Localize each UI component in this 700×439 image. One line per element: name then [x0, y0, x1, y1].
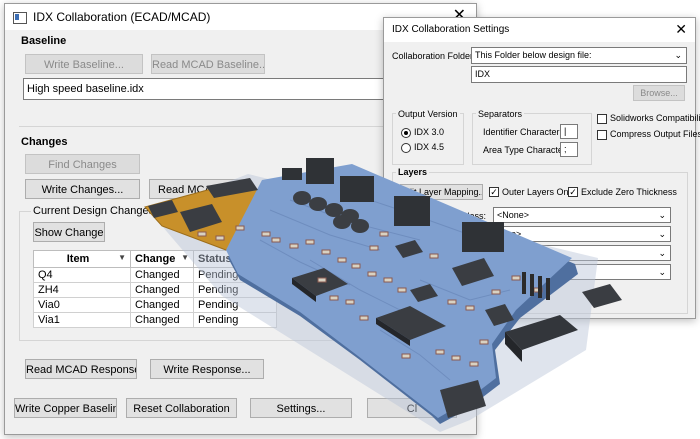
pcb-3d-render	[144, 158, 622, 432]
